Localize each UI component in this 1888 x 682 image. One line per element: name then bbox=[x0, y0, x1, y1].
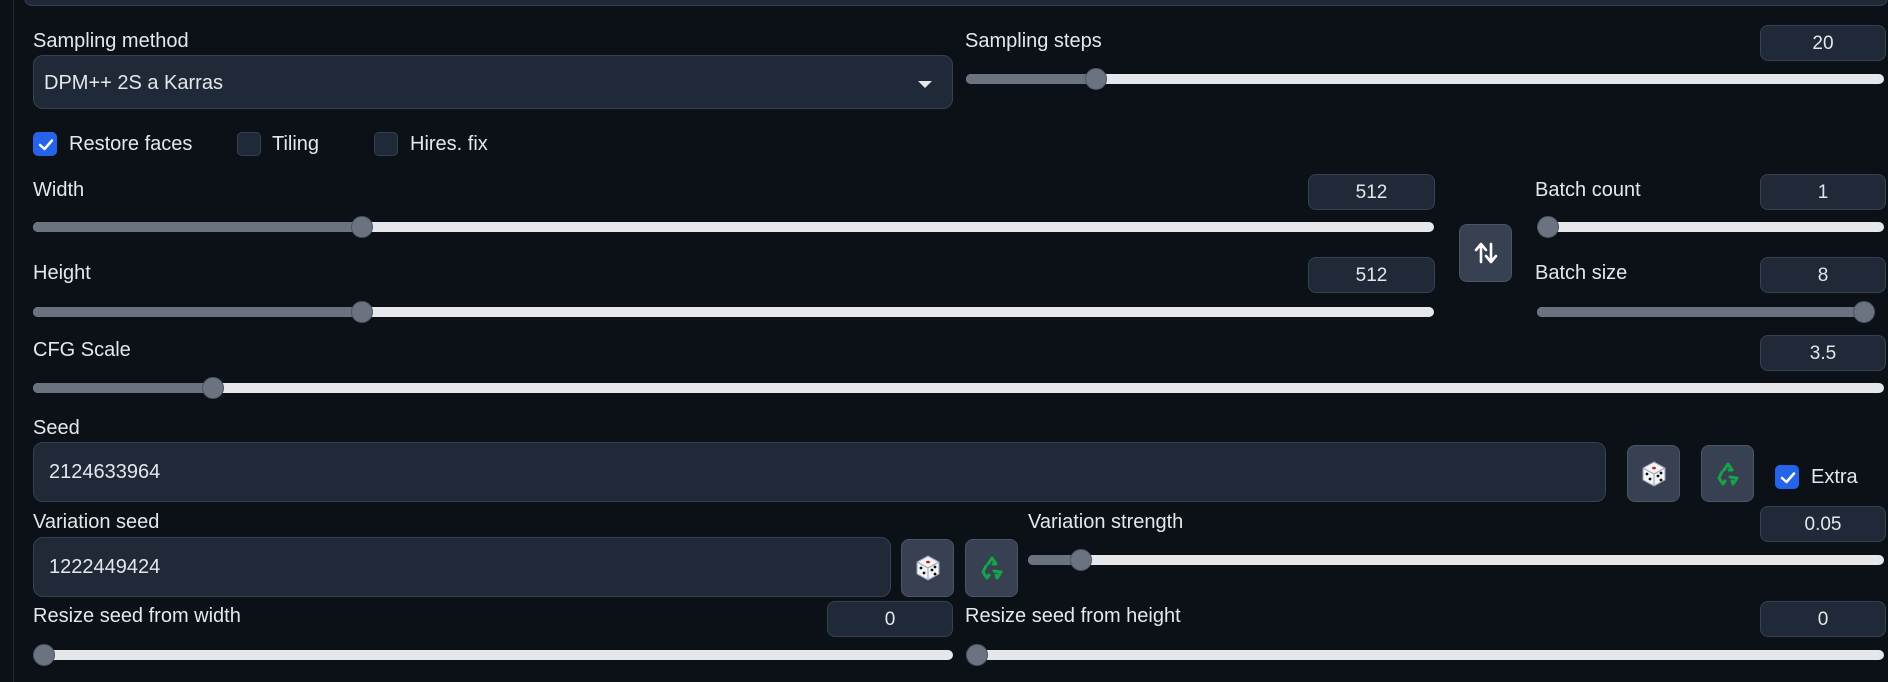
slider-thumb[interactable] bbox=[350, 301, 373, 323]
variation-strength-slider[interactable] bbox=[1028, 549, 1884, 571]
recycle-icon bbox=[1717, 462, 1738, 485]
resize-seed-height-input[interactable]: 0 bbox=[1760, 601, 1886, 637]
resize-seed-width-slider[interactable] bbox=[33, 644, 953, 666]
swap-arrows-icon bbox=[1474, 242, 1497, 264]
sampling-method-dropdown[interactable]: DPM++ 2S a Karras bbox=[33, 55, 953, 109]
chevron-down-icon bbox=[918, 81, 932, 88]
random-seed-button[interactable] bbox=[1627, 445, 1680, 502]
height-input[interactable]: 512 bbox=[1308, 257, 1435, 293]
reuse-seed-button[interactable] bbox=[1701, 445, 1754, 502]
random-variation-seed-button[interactable] bbox=[901, 539, 954, 597]
variation-seed-input[interactable]: 1222449424 bbox=[33, 537, 891, 597]
sampling-steps-slider[interactable] bbox=[966, 68, 1884, 90]
height-slider[interactable] bbox=[33, 301, 1434, 323]
restore-faces-label: Restore faces bbox=[69, 133, 193, 155]
variation-strength-label: Variation strength bbox=[1028, 511, 1184, 533]
sampling-method-label: Sampling method bbox=[33, 30, 189, 52]
cfg-scale-slider[interactable] bbox=[33, 377, 1884, 399]
hires-fix-checkbox[interactable] bbox=[374, 132, 398, 156]
cfg-scale-label: CFG Scale bbox=[33, 339, 131, 361]
slider-thumb[interactable] bbox=[33, 644, 55, 666]
recycle-icon bbox=[981, 556, 1002, 580]
sampling-steps-label: Sampling steps bbox=[965, 30, 1102, 52]
slider-thumb[interactable] bbox=[1853, 301, 1875, 323]
variation-seed-label: Variation seed bbox=[33, 511, 160, 533]
slider-thumb[interactable] bbox=[1069, 549, 1092, 571]
slider-thumb[interactable] bbox=[350, 216, 373, 238]
slider-thumb[interactable] bbox=[202, 377, 225, 399]
seed-input[interactable]: 2124633964 bbox=[33, 442, 1606, 502]
dice-icon bbox=[1642, 460, 1665, 487]
batch-size-slider[interactable] bbox=[1537, 301, 1875, 323]
tiling-checkbox[interactable] bbox=[237, 132, 261, 156]
swap-dimensions-button[interactable] bbox=[1459, 224, 1512, 282]
slider-thumb[interactable] bbox=[966, 644, 988, 666]
resize-seed-height-slider[interactable] bbox=[966, 644, 1884, 666]
extra-label: Extra bbox=[1811, 466, 1858, 488]
restore-faces-checkbox[interactable] bbox=[33, 132, 57, 156]
slider-thumb[interactable] bbox=[1537, 216, 1559, 238]
batch-count-slider[interactable] bbox=[1537, 216, 1884, 238]
resize-seed-height-label: Resize seed from height bbox=[965, 605, 1181, 627]
left-divider bbox=[13, 0, 14, 682]
width-input[interactable]: 512 bbox=[1308, 174, 1435, 210]
batch-count-label: Batch count bbox=[1535, 179, 1641, 201]
checkmark-icon bbox=[38, 139, 54, 151]
batch-size-input[interactable]: 8 bbox=[1760, 257, 1886, 293]
resize-seed-width-label: Resize seed from width bbox=[33, 605, 241, 627]
sampling-steps-input[interactable]: 20 bbox=[1760, 25, 1886, 61]
hires-fix-label: Hires. fix bbox=[410, 133, 488, 155]
batch-size-label: Batch size bbox=[1535, 262, 1628, 284]
seed-label: Seed bbox=[33, 417, 80, 439]
top-panel-edge bbox=[0, 0, 1888, 10]
width-label: Width bbox=[33, 179, 85, 201]
height-label: Height bbox=[33, 262, 91, 284]
cfg-scale-input[interactable]: 3.5 bbox=[1760, 335, 1886, 371]
checkmark-icon bbox=[1780, 472, 1796, 484]
batch-count-input[interactable]: 1 bbox=[1760, 174, 1886, 210]
resize-seed-width-input[interactable]: 0 bbox=[827, 601, 953, 637]
sampling-method-value: DPM++ 2S a Karras bbox=[44, 72, 223, 94]
slider-thumb[interactable] bbox=[1085, 68, 1108, 90]
width-slider[interactable] bbox=[33, 216, 1434, 238]
seed-value: 2124633964 bbox=[49, 461, 161, 483]
reuse-variation-seed-button[interactable] bbox=[965, 539, 1018, 597]
variation-seed-value: 1222449424 bbox=[49, 556, 161, 578]
variation-strength-input[interactable]: 0.05 bbox=[1760, 506, 1886, 542]
dice-icon bbox=[916, 555, 939, 581]
extra-checkbox[interactable] bbox=[1775, 465, 1799, 489]
tiling-label: Tiling bbox=[272, 133, 320, 155]
